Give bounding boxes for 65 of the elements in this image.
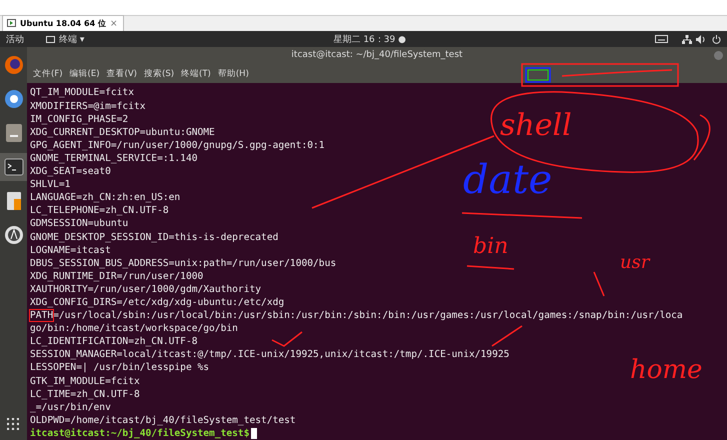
terminal-icon[interactable] xyxy=(4,158,24,176)
terminal-line: DBUS_SESSION_BUS_ADDRESS=unix:path=/run/user/1000/bus xyxy=(30,256,336,270)
file-cabinet-icon[interactable] xyxy=(4,123,22,143)
menu-item[interactable]: 文件(F) xyxy=(33,68,63,80)
firefox-icon[interactable] xyxy=(4,55,24,75)
dock-item[interactable] xyxy=(0,153,27,181)
app-grid-icon[interactable] xyxy=(7,418,19,430)
app-menu[interactable]: 终端 ▾ xyxy=(59,32,84,46)
terminal-line: _=/usr/bin/env xyxy=(30,400,111,414)
text-cursor xyxy=(250,428,256,439)
hook-drawing xyxy=(693,114,710,160)
terminal-line: LANGUAGE=zh_CN:zh:en_US:en xyxy=(30,191,180,204)
terminal-line: XAUTHORITY=/run/user/1000/gdm/Xauthority xyxy=(30,282,262,296)
terminal-prompt: itcast@itcast:~/bj_40/fileSystem_test$ xyxy=(30,426,250,440)
menu-item[interactable]: 终端(T) xyxy=(181,68,211,80)
activities-button[interactable]: 活动 xyxy=(6,32,24,46)
power-icon[interactable] xyxy=(712,34,721,44)
terminal-line: PATH=/usr/local/sbin:/usr/local/bin:/usr/sbin:/usr/bin:/sbin:/bin:/usr/games:/usr/local/games:/snap/bin:/usr/loca xyxy=(30,309,683,322)
handwritten-note: shell xyxy=(500,108,572,143)
document-icon[interactable] xyxy=(6,191,22,211)
terminal-line: LC_TELEPHONE=zh_CN.UTF-8 xyxy=(30,204,169,218)
terminal-line: SESSION_MANAGER=local/itcast:@/tmp/.ICE-unix/19925,unix/itcast:/tmp/.ICE-unix/19925 xyxy=(30,348,510,362)
volume-icon[interactable] xyxy=(696,34,706,44)
terminal-line: GNOME_DESKTOP_SESSION_ID=this-is-deprecated xyxy=(30,230,278,244)
terminal-line: GDMSESSION=ubuntu xyxy=(30,217,128,230)
terminal-line: XDG_CURRENT_DESKTOP=ubuntu:GNOME xyxy=(30,126,215,139)
terminal-line: SHLVL=1 xyxy=(30,178,70,192)
network-icon[interactable] xyxy=(682,34,692,44)
terminal-line: XDG_RUNTIME_DIR=/run/user/1000 xyxy=(30,270,204,283)
terminal-line: XMODIFIERS=@im=fcitx xyxy=(30,100,146,113)
tab-title: Ubuntu 18.04 64 位 xyxy=(20,18,106,29)
terminal-line: IM_CONFIG_PHASE=2 xyxy=(30,112,128,126)
stroke-drawing xyxy=(492,325,522,347)
menu-item[interactable]: 查看(V) xyxy=(106,68,137,80)
terminal-line: LOGNAME=itcast xyxy=(30,244,111,257)
terminal-line: LESSOPEN=| /usr/bin/lesspipe %s xyxy=(30,361,210,375)
terminal-line: LC_TIME=zh_CN.UTF-8 xyxy=(30,388,140,401)
terminal-line: GTK_IM_MODULE=fcitx xyxy=(30,374,140,388)
tick-drawing xyxy=(272,331,302,347)
browser-tab[interactable]: Ubuntu 18.04 64 位 × xyxy=(2,15,124,31)
window-title: itcast@itcast: ~/bj_40/fileSystem_test xyxy=(291,50,463,60)
menu-item[interactable]: 帮助(H) xyxy=(218,68,249,80)
menu-item[interactable]: 编辑(E) xyxy=(70,68,100,80)
handwritten-note: usr xyxy=(620,252,650,273)
terminal-line: OLDPWD=/home/itcast/bj_40/fileSystem_test/test xyxy=(30,414,296,427)
handwritten-note: date xyxy=(463,160,552,200)
terminal-line: GNOME_TERMINAL_SERVICE=:1.140 xyxy=(30,152,198,166)
keyboard-icon[interactable] xyxy=(655,35,668,43)
terminal-line: GPG_AGENT_INFO=/run/user/1000/gnupg/S.gpg-agent:0:1 xyxy=(30,138,325,152)
underline-drawing xyxy=(466,265,514,270)
terminal-line: XDG_SEAT=seat0 xyxy=(30,165,111,178)
handwritten-note: home xyxy=(630,355,702,385)
stroke-drawing xyxy=(593,272,605,296)
software-center-icon[interactable] xyxy=(4,225,24,245)
handwritten-note: bin xyxy=(473,234,508,259)
tab-close-button[interactable]: × xyxy=(110,18,118,28)
menu-item[interactable]: 搜索(S) xyxy=(144,68,174,80)
terminal-line: QT_IM_MODULE=fcitx xyxy=(30,86,134,100)
window-icon xyxy=(46,36,55,42)
vm-icon xyxy=(7,19,16,28)
terminal-line: LC_IDENTIFICATION=zh_CN.UTF-8 xyxy=(30,335,198,348)
terminal-line: XDG_CONFIG_DIRS=/etc/xdg/xdg-ubuntu:/etc/xdg xyxy=(30,296,284,310)
clock[interactable]: 星期二 16：39 ● xyxy=(333,32,406,46)
chromium-icon[interactable] xyxy=(4,89,24,109)
terminal-line: go/bin:/home/itcast/workspace/go/bin xyxy=(30,322,238,336)
